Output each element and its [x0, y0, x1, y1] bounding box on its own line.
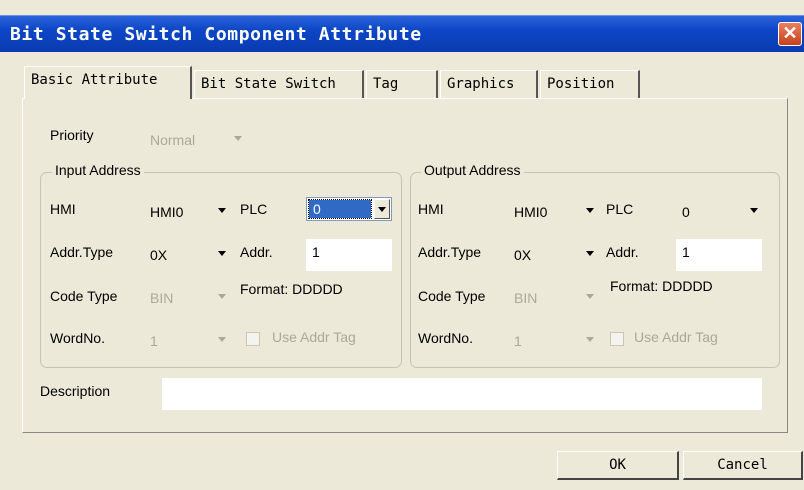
description-label: Description	[40, 383, 111, 399]
output-format-text: Format: DDDDD	[610, 278, 713, 294]
input-word-no-value: 1	[150, 333, 158, 349]
output-use-addr-tag-label: Use Addr Tag	[634, 329, 718, 345]
window-title: Bit State Switch Component Attribute	[10, 24, 422, 45]
cancel-button[interactable]: Cancel	[683, 451, 803, 480]
input-addr-type-value: 0X	[150, 247, 168, 263]
output-use-addr-tag-checkbox[interactable]	[610, 332, 624, 346]
priority-dropdown[interactable]: Normal	[146, 128, 244, 152]
tab-bit-state-switch[interactable]: Bit State Switch	[194, 70, 364, 98]
output-plc-dropdown[interactable]: 0	[678, 200, 760, 224]
tab-basic-attribute[interactable]: Basic Attribute	[24, 66, 192, 99]
input-hmi-label: HMI	[50, 201, 76, 217]
output-hmi-value: HMI0	[514, 204, 548, 220]
output-word-no-label: WordNo.	[418, 330, 473, 346]
priority-label: Priority	[50, 127, 94, 143]
chevron-down-icon	[586, 337, 594, 342]
chevron-down-icon	[586, 251, 594, 256]
close-icon[interactable]: ✕	[778, 22, 802, 46]
input-plc-dropdown[interactable]: 0	[306, 197, 392, 221]
input-word-no-dropdown[interactable]: 1	[146, 329, 228, 353]
tab-position[interactable]: Position	[540, 70, 640, 98]
chevron-down-icon	[218, 294, 226, 299]
output-hmi-label: HMI	[418, 201, 444, 217]
input-code-type-label: Code Type	[50, 288, 118, 304]
tab-graphics[interactable]: Graphics	[440, 70, 538, 98]
input-hmi-value: HMI0	[150, 204, 184, 220]
output-code-type-value: BIN	[514, 290, 538, 306]
screen-top-strip	[0, 0, 804, 15]
output-code-type-dropdown[interactable]: BIN	[510, 286, 596, 310]
output-addr-type-value: 0X	[514, 247, 532, 263]
output-addr-type-label: Addr.Type	[418, 244, 482, 260]
input-addr-type-label: Addr.Type	[50, 244, 114, 260]
input-plc-value: 0	[308, 199, 372, 219]
input-hmi-dropdown[interactable]: HMI0	[146, 200, 228, 224]
input-addr-label: Addr.	[240, 244, 273, 260]
chevron-down-icon	[234, 136, 242, 141]
output-word-no-dropdown[interactable]: 1	[510, 329, 596, 353]
input-use-addr-tag-label: Use Addr Tag	[272, 329, 356, 345]
chevron-down-icon	[586, 294, 594, 299]
output-addr-type-dropdown[interactable]: 0X	[510, 243, 596, 267]
input-plc-label: PLC	[240, 201, 268, 217]
output-addr-label: Addr.	[606, 244, 639, 260]
input-format-text: Format: DDDDD	[240, 281, 343, 297]
input-addr-field[interactable]: 1	[306, 239, 392, 271]
chevron-down-icon	[586, 208, 594, 213]
tab-tag[interactable]: Tag	[366, 70, 438, 98]
input-address-title: Input Address	[52, 162, 144, 178]
output-plc-label: PLC	[606, 201, 634, 217]
title-bar: Bit State Switch Component Attribute	[0, 15, 804, 52]
input-use-addr-tag-checkbox[interactable]	[246, 332, 260, 346]
chevron-down-icon	[218, 251, 226, 256]
chevron-down-icon	[378, 207, 386, 212]
input-code-type-dropdown[interactable]: BIN	[146, 286, 228, 310]
output-word-no-value: 1	[514, 333, 522, 349]
priority-value: Normal	[150, 132, 196, 148]
input-code-type-value: BIN	[150, 290, 174, 306]
dialog-bottom-edge	[0, 482, 804, 490]
input-word-no-label: WordNo.	[50, 330, 105, 346]
input-plc-dropdown-button[interactable]	[374, 199, 390, 219]
input-addr-type-dropdown[interactable]: 0X	[146, 243, 228, 267]
ok-button[interactable]: OK	[557, 451, 679, 480]
output-hmi-dropdown[interactable]: HMI0	[510, 200, 596, 224]
output-address-title: Output Address	[421, 162, 524, 178]
description-field[interactable]	[162, 378, 762, 410]
chevron-down-icon	[218, 208, 226, 213]
output-code-type-label: Code Type	[418, 288, 486, 304]
output-addr-field[interactable]: 1	[676, 239, 762, 271]
chevron-down-icon	[750, 208, 758, 213]
chevron-down-icon	[218, 337, 226, 342]
output-plc-value: 0	[682, 204, 690, 220]
